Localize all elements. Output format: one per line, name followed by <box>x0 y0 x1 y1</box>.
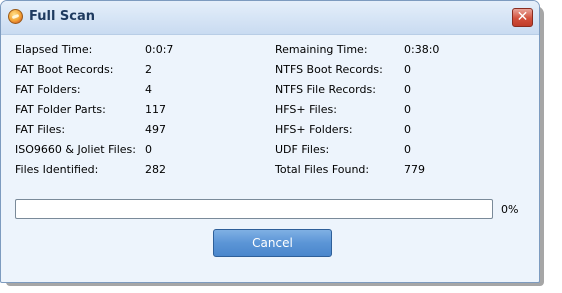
fat-files-label: FAT Files: <box>15 123 66 136</box>
remaining-time-value: 0:38:0 <box>404 43 440 56</box>
ntfs-boot-records-value: 0 <box>404 63 411 76</box>
title-bar[interactable]: Full Scan ✕ <box>1 1 539 35</box>
full-scan-dialog: Full Scan ✕ Elapsed Time: 0:0:7 FAT Boot… <box>0 0 540 283</box>
ntfs-boot-records-label: NTFS Boot Records: <box>275 63 383 76</box>
cancel-button[interactable]: Cancel <box>213 229 332 257</box>
files-identified-value: 282 <box>145 163 166 176</box>
files-identified-label: Files Identified: <box>15 163 99 176</box>
ntfs-file-records-label: NTFS File Records: <box>275 83 376 96</box>
fat-folder-parts-label: FAT Folder Parts: <box>15 103 106 116</box>
iso9660-joliet-files-value: 0 <box>145 143 152 156</box>
total-files-found-label: Total Files Found: <box>275 163 370 176</box>
remaining-time-label: Remaining Time: <box>275 43 368 56</box>
udf-files-label: UDF Files: <box>275 143 330 156</box>
fat-folders-value: 4 <box>145 83 152 96</box>
hfs-files-label: HFS+ Files: <box>275 103 337 116</box>
close-button[interactable]: ✕ <box>512 8 533 27</box>
fat-files-value: 497 <box>145 123 166 136</box>
fat-folders-label: FAT Folders: <box>15 83 81 96</box>
fat-boot-records-label: FAT Boot Records: <box>15 63 114 76</box>
hfs-folders-label: HFS+ Folders: <box>275 123 353 136</box>
hfs-files-value: 0 <box>404 103 411 116</box>
window-title: Full Scan <box>29 9 96 24</box>
scan-progress-bar <box>15 199 493 219</box>
iso9660-joliet-files-label: ISO9660 & Joliet Files: <box>15 143 136 156</box>
elapsed-time-value: 0:0:7 <box>145 43 174 56</box>
fat-folder-parts-value: 117 <box>145 103 166 116</box>
total-files-found-value: 779 <box>404 163 425 176</box>
elapsed-time-label: Elapsed Time: <box>15 43 93 56</box>
scan-progress-percent: 0% <box>501 203 519 216</box>
fat-boot-records-value: 2 <box>145 63 152 76</box>
app-scan-icon <box>8 9 23 24</box>
ntfs-file-records-value: 0 <box>404 83 411 96</box>
hfs-folders-value: 0 <box>404 123 411 136</box>
udf-files-value: 0 <box>404 143 411 156</box>
